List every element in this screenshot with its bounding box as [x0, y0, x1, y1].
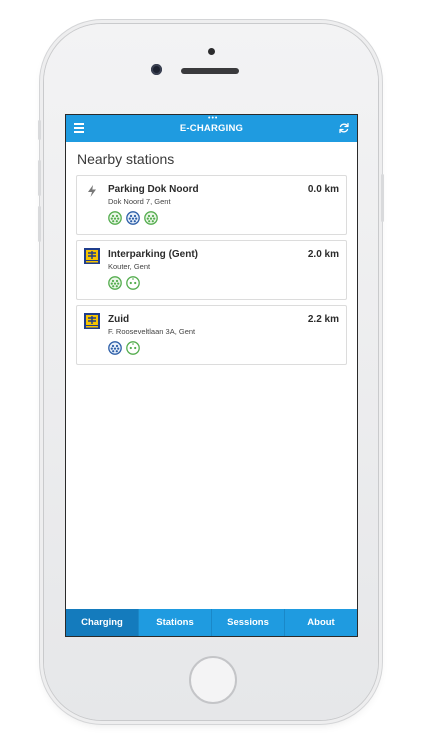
station-card[interactable]: Parking Dok Noord Dok Noord 7, Gent 0.0 … — [76, 175, 347, 235]
front-camera — [151, 64, 162, 75]
refresh-icon[interactable] — [338, 122, 350, 134]
page-title: Nearby stations — [77, 151, 175, 167]
schuko-connector-green-icon — [126, 276, 140, 290]
tab-charging[interactable]: Charging — [66, 609, 139, 636]
app-header: ••• E-CHARGING — [66, 115, 357, 142]
station-card[interactable]: Zuid F. Rooseveltlaan 3A, Gent 2.2 km — [76, 305, 347, 365]
app-screen: ••• E-CHARGING Nearby stations Parking D… — [65, 114, 358, 637]
station-distance: 0.0 km — [307, 184, 339, 195]
tab-sessions[interactable]: Sessions — [212, 609, 285, 636]
type2-connector-blue-icon — [126, 211, 140, 225]
type2-connector-green-icon — [108, 276, 122, 290]
lightning-icon — [88, 185, 96, 197]
station-name: Interparking (Gent) — [108, 249, 199, 260]
station-distance: 2.0 km — [307, 249, 339, 260]
station-address: F. Rooseveltlaan 3A, Gent — [108, 327, 196, 336]
type2-connector-green-icon — [108, 211, 122, 225]
station-name: Parking Dok Noord — [108, 184, 199, 195]
type2-connector-blue-icon — [108, 341, 122, 355]
bottom-tab-bar: Charging Stations Sessions About — [66, 609, 357, 636]
type2-connector-green-icon — [144, 211, 158, 225]
app-title: E-CHARGING — [179, 123, 244, 134]
power-button — [381, 174, 384, 222]
station-distance: 2.2 km — [307, 314, 339, 325]
station-address: Dok Noord 7, Gent — [108, 197, 171, 206]
tab-about[interactable]: About — [285, 609, 357, 636]
connector-list — [108, 211, 158, 225]
status-dots: ••• — [208, 115, 219, 122]
proximity-sensor — [208, 48, 215, 55]
volume-up-button — [38, 160, 41, 196]
schuko-connector-green-icon — [126, 341, 140, 355]
station-address: Kouter, Gent — [108, 262, 151, 271]
volume-down-button — [38, 206, 41, 242]
interparking-logo — [84, 248, 100, 264]
station-name: Zuid — [108, 314, 130, 325]
interparking-logo — [84, 313, 100, 329]
station-card[interactable]: Interparking (Gent) Kouter, Gent 2.0 km — [76, 240, 347, 300]
tab-stations[interactable]: Stations — [139, 609, 212, 636]
earpiece-speaker — [181, 68, 239, 74]
connector-list — [108, 341, 140, 355]
connector-list — [108, 276, 140, 290]
mute-switch — [38, 120, 41, 140]
home-button[interactable] — [189, 656, 237, 704]
